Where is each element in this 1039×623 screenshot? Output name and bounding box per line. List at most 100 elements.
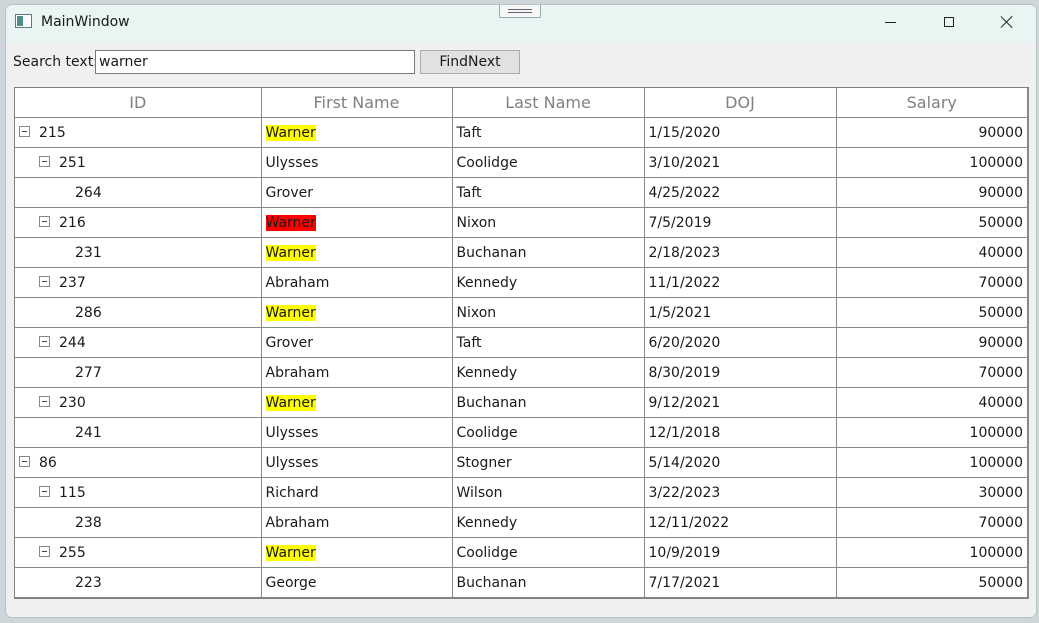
table-row[interactable]: 241 Ulysses Coolidge 12/1/2018 100000: [15, 417, 1029, 448]
title-bar[interactable]: MainWindow: [6, 5, 1036, 42]
collapse-minus-icon[interactable]: [39, 156, 50, 167]
table-row[interactable]: 255 Warner Coolidge 10/9/2019 100000: [15, 537, 1029, 568]
first-name-cell: Warner: [261, 207, 453, 238]
table-row[interactable]: 86 Ulysses Stogner 5/14/2020 100000: [15, 447, 1029, 478]
id-value: 251: [59, 154, 86, 171]
collapse-minus-icon[interactable]: [39, 546, 50, 557]
doj-cell: 9/12/2021: [644, 387, 837, 418]
collapse-minus-icon[interactable]: [39, 276, 50, 287]
drag-grip-icon[interactable]: [499, 5, 541, 18]
last-name-cell: Buchanan: [452, 387, 645, 418]
find-next-button[interactable]: FindNext: [420, 50, 520, 74]
tree-grid[interactable]: ID First Name Last Name DOJ Salary 215 Wa…: [14, 87, 1029, 599]
table-row[interactable]: 264 Grover Taft 4/25/2022 90000: [15, 177, 1029, 208]
close-button[interactable]: [978, 5, 1036, 42]
grid-table: ID First Name Last Name DOJ Salary 215 Wa…: [15, 88, 1029, 598]
salary-cell: 50000: [836, 207, 1029, 238]
minimize-icon: [885, 22, 896, 23]
first-name-value: Grover: [265, 184, 314, 201]
id-value: 241: [75, 424, 102, 441]
salary-cell: 70000: [836, 507, 1029, 538]
table-row[interactable]: 230 Warner Buchanan 9/12/2021 40000: [15, 387, 1029, 418]
last-name-cell: Nixon: [452, 207, 645, 238]
minimize-button[interactable]: [862, 5, 920, 42]
doj-cell: 8/30/2019: [644, 357, 837, 388]
id-cell: 231: [15, 237, 262, 268]
first-name-value: Abraham: [265, 514, 330, 531]
id-value: 238: [75, 514, 102, 531]
first-name-value: Abraham: [265, 364, 330, 381]
first-name-cell: Ulysses: [261, 147, 453, 178]
collapse-minus-icon[interactable]: [39, 216, 50, 227]
last-name-cell: Nixon: [452, 297, 645, 328]
column-header-id[interactable]: ID: [15, 88, 262, 118]
column-header-salary[interactable]: Salary: [836, 88, 1029, 118]
first-name-cell: Abraham: [261, 267, 453, 298]
first-name-value: George: [265, 574, 317, 591]
last-name-cell: Coolidge: [452, 417, 645, 448]
grid-body: 215 Warner Taft 1/15/2020 90000 251 Ulysses Coo…: [15, 117, 1029, 598]
id-cell: 115: [15, 477, 262, 508]
first-name-cell: Abraham: [261, 507, 453, 538]
first-name-cell: Warner: [261, 537, 453, 568]
table-row[interactable]: 277 Abraham Kennedy 8/30/2019 70000: [15, 357, 1029, 388]
id-cell: 286: [15, 297, 262, 328]
table-row[interactable]: 238 Abraham Kennedy 12/11/2022 70000: [15, 507, 1029, 538]
salary-cell: 90000: [836, 177, 1029, 208]
salary-cell: 50000: [836, 297, 1029, 328]
id-value: 230: [59, 394, 86, 411]
search-match-highlight: Warner: [265, 394, 316, 411]
id-cell: 215: [15, 117, 262, 148]
first-name-cell: Grover: [261, 327, 453, 358]
doj-cell: 12/11/2022: [644, 507, 837, 538]
salary-cell: 40000: [836, 237, 1029, 268]
first-name-value: Richard: [265, 484, 319, 501]
table-row[interactable]: 216 Warner Nixon 7/5/2019 50000: [15, 207, 1029, 238]
collapse-minus-icon[interactable]: [39, 486, 50, 497]
collapse-minus-icon[interactable]: [19, 456, 30, 467]
table-row[interactable]: 286 Warner Nixon 1/5/2021 50000: [15, 297, 1029, 328]
table-row[interactable]: 244 Grover Taft 6/20/2020 90000: [15, 327, 1029, 358]
table-row[interactable]: 223 George Buchanan 7/17/2021 50000: [15, 567, 1029, 598]
first-name-cell: Grover: [261, 177, 453, 208]
search-match-highlight: Warner: [265, 124, 316, 141]
first-name-cell: Warner: [261, 237, 453, 268]
collapse-minus-icon[interactable]: [39, 336, 50, 347]
id-value: 277: [75, 364, 102, 381]
salary-cell: 90000: [836, 117, 1029, 148]
doj-cell: 1/15/2020: [644, 117, 837, 148]
first-name-value: Abraham: [265, 274, 330, 291]
table-row[interactable]: 237 Abraham Kennedy 11/1/2022 70000: [15, 267, 1029, 298]
salary-cell: 90000: [836, 327, 1029, 358]
first-name-value: Ulysses: [265, 454, 319, 471]
first-name-cell: Richard: [261, 477, 453, 508]
collapse-minus-icon[interactable]: [19, 126, 30, 137]
column-header-first-name[interactable]: First Name: [261, 88, 453, 118]
maximize-button[interactable]: [920, 5, 978, 42]
doj-cell: 2/18/2023: [644, 237, 837, 268]
salary-cell: 50000: [836, 567, 1029, 598]
id-value: 216: [59, 214, 86, 231]
id-cell: 230: [15, 387, 262, 418]
doj-cell: 4/25/2022: [644, 177, 837, 208]
last-name-cell: Kennedy: [452, 507, 645, 538]
table-row[interactable]: 251 Ulysses Coolidge 3/10/2021 100000: [15, 147, 1029, 178]
salary-cell: 100000: [836, 417, 1029, 448]
table-row[interactable]: 231 Warner Buchanan 2/18/2023 40000: [15, 237, 1029, 268]
doj-cell: 1/5/2021: [644, 297, 837, 328]
table-row[interactable]: 115 Richard Wilson 3/22/2023 30000: [15, 477, 1029, 508]
maximize-icon: [944, 17, 954, 27]
salary-cell: 40000: [836, 387, 1029, 418]
id-cell: 238: [15, 507, 262, 538]
table-row[interactable]: 215 Warner Taft 1/15/2020 90000: [15, 117, 1029, 148]
first-name-cell: Warner: [261, 297, 453, 328]
first-name-cell: Warner: [261, 387, 453, 418]
id-value: 231: [75, 244, 102, 261]
last-name-cell: Taft: [452, 117, 645, 148]
search-label: Search text:: [13, 54, 98, 70]
first-name-cell: George: [261, 567, 453, 598]
search-input[interactable]: [95, 50, 415, 74]
column-header-last-name[interactable]: Last Name: [452, 88, 645, 118]
collapse-minus-icon[interactable]: [39, 396, 50, 407]
column-header-doj[interactable]: DOJ: [644, 88, 837, 118]
